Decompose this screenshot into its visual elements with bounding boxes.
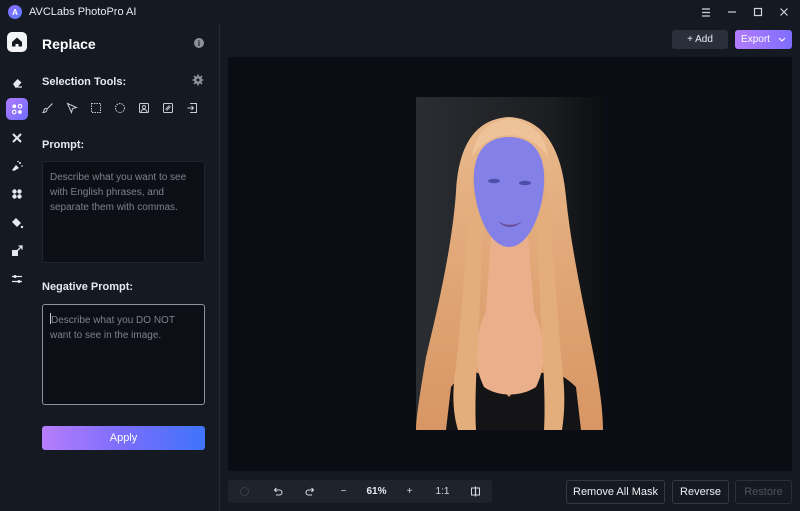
tool-lasso[interactable] [66, 101, 78, 115]
prompt-placeholder: Describe what you want to see with Engli… [50, 172, 187, 213]
colorize-icon [12, 160, 23, 171]
rail-adjust[interactable] [6, 268, 28, 290]
zoom-in-button[interactable]: + [393, 480, 426, 503]
canvas-toolbar: − 61% + 1:1 [228, 480, 492, 503]
close-icon[interactable] [776, 4, 792, 20]
fit-button[interactable] [228, 480, 261, 503]
app-logo-glyph: A [12, 7, 18, 17]
ellipse-select-icon [115, 103, 125, 113]
effects-icon [12, 189, 22, 199]
home-icon [12, 37, 22, 47]
tool-rail [0, 24, 34, 511]
tool-background[interactable] [162, 101, 174, 115]
actual-size-button[interactable]: 1:1 [426, 480, 459, 503]
rail-effects[interactable] [6, 183, 28, 205]
undo-button[interactable] [261, 480, 294, 503]
reverse-button[interactable]: Reverse [672, 480, 729, 504]
tool-import[interactable] [186, 101, 198, 115]
photo-preview[interactable] [416, 97, 603, 430]
hamburger-icon[interactable] [698, 4, 714, 20]
redo-button[interactable] [294, 480, 327, 503]
restore-button[interactable]: Restore [735, 480, 792, 504]
negative-prompt-input[interactable]: Describe what you DO NOT want to see in … [42, 304, 205, 405]
export-label: Export [741, 34, 770, 45]
compare-split-icon [471, 486, 480, 497]
app-logo-icon: A [8, 5, 22, 19]
portrait-select-icon [139, 103, 149, 113]
compare-button[interactable] [459, 480, 492, 503]
pointer-lasso-icon [66, 102, 78, 114]
replace-panel: Replace i Selection Tools: Prompt: Descr… [34, 24, 219, 511]
home-button[interactable] [7, 32, 27, 52]
portrait-image [416, 97, 603, 430]
rail-eraser[interactable] [6, 71, 28, 93]
negative-prompt-label: Negative Prompt: [42, 281, 134, 293]
undo-icon [273, 487, 283, 496]
brush-icon [42, 103, 53, 114]
adjust-sliders-icon [12, 275, 22, 283]
info-glyph: i [197, 38, 201, 48]
paint-bucket-icon [12, 218, 24, 229]
selection-tools [42, 101, 198, 115]
prompt-input[interactable]: Describe what you want to see with Engli… [42, 161, 205, 263]
replace-icon [11, 103, 23, 115]
import-mask-icon [187, 103, 197, 113]
tool-portrait[interactable] [138, 101, 150, 115]
selection-tools-label: Selection Tools: [42, 76, 127, 88]
eraser-icon [13, 79, 22, 88]
maximize-icon[interactable] [750, 4, 766, 20]
main-area: + Add Export − 61% + 1:1 Remove All Mask… [220, 24, 800, 511]
tool-brush[interactable] [42, 101, 54, 115]
prompt-label: Prompt: [42, 139, 85, 151]
redo-icon [305, 487, 315, 496]
loading-circle-icon [240, 487, 249, 496]
rect-select-icon [91, 103, 101, 113]
rail-colorize[interactable] [6, 155, 28, 177]
gear-icon[interactable] [192, 74, 204, 86]
panel-title: Replace [42, 36, 96, 52]
rail-upscale[interactable] [6, 240, 28, 262]
image-canvas[interactable] [228, 57, 792, 471]
remove-all-mask-button[interactable]: Remove All Mask [566, 480, 665, 504]
chevron-down-icon [778, 37, 786, 42]
zoom-out-button[interactable]: − [327, 480, 360, 503]
add-button[interactable]: + Add [672, 30, 728, 49]
rail-replace[interactable] [6, 98, 28, 120]
minimize-icon[interactable] [724, 4, 740, 20]
title-bar: A AVCLabs PhotoPro AI [0, 0, 800, 24]
negative-prompt-placeholder: Describe what you DO NOT want to see in … [50, 315, 175, 341]
tool-rectangle[interactable] [90, 101, 102, 115]
zoom-level: 61% [366, 486, 387, 497]
window-controls [698, 4, 792, 20]
apply-button[interactable]: Apply [42, 426, 205, 450]
rail-enhance[interactable] [6, 127, 28, 149]
app-title: AVCLabs PhotoPro AI [29, 6, 137, 18]
export-button[interactable]: Export [735, 30, 792, 49]
tool-ellipse[interactable] [114, 101, 126, 115]
background-select-icon [163, 103, 173, 113]
rail-fill[interactable] [6, 212, 28, 234]
expand-icon [12, 245, 23, 256]
info-icon[interactable]: i [194, 38, 204, 48]
enhance-icon [12, 133, 22, 143]
